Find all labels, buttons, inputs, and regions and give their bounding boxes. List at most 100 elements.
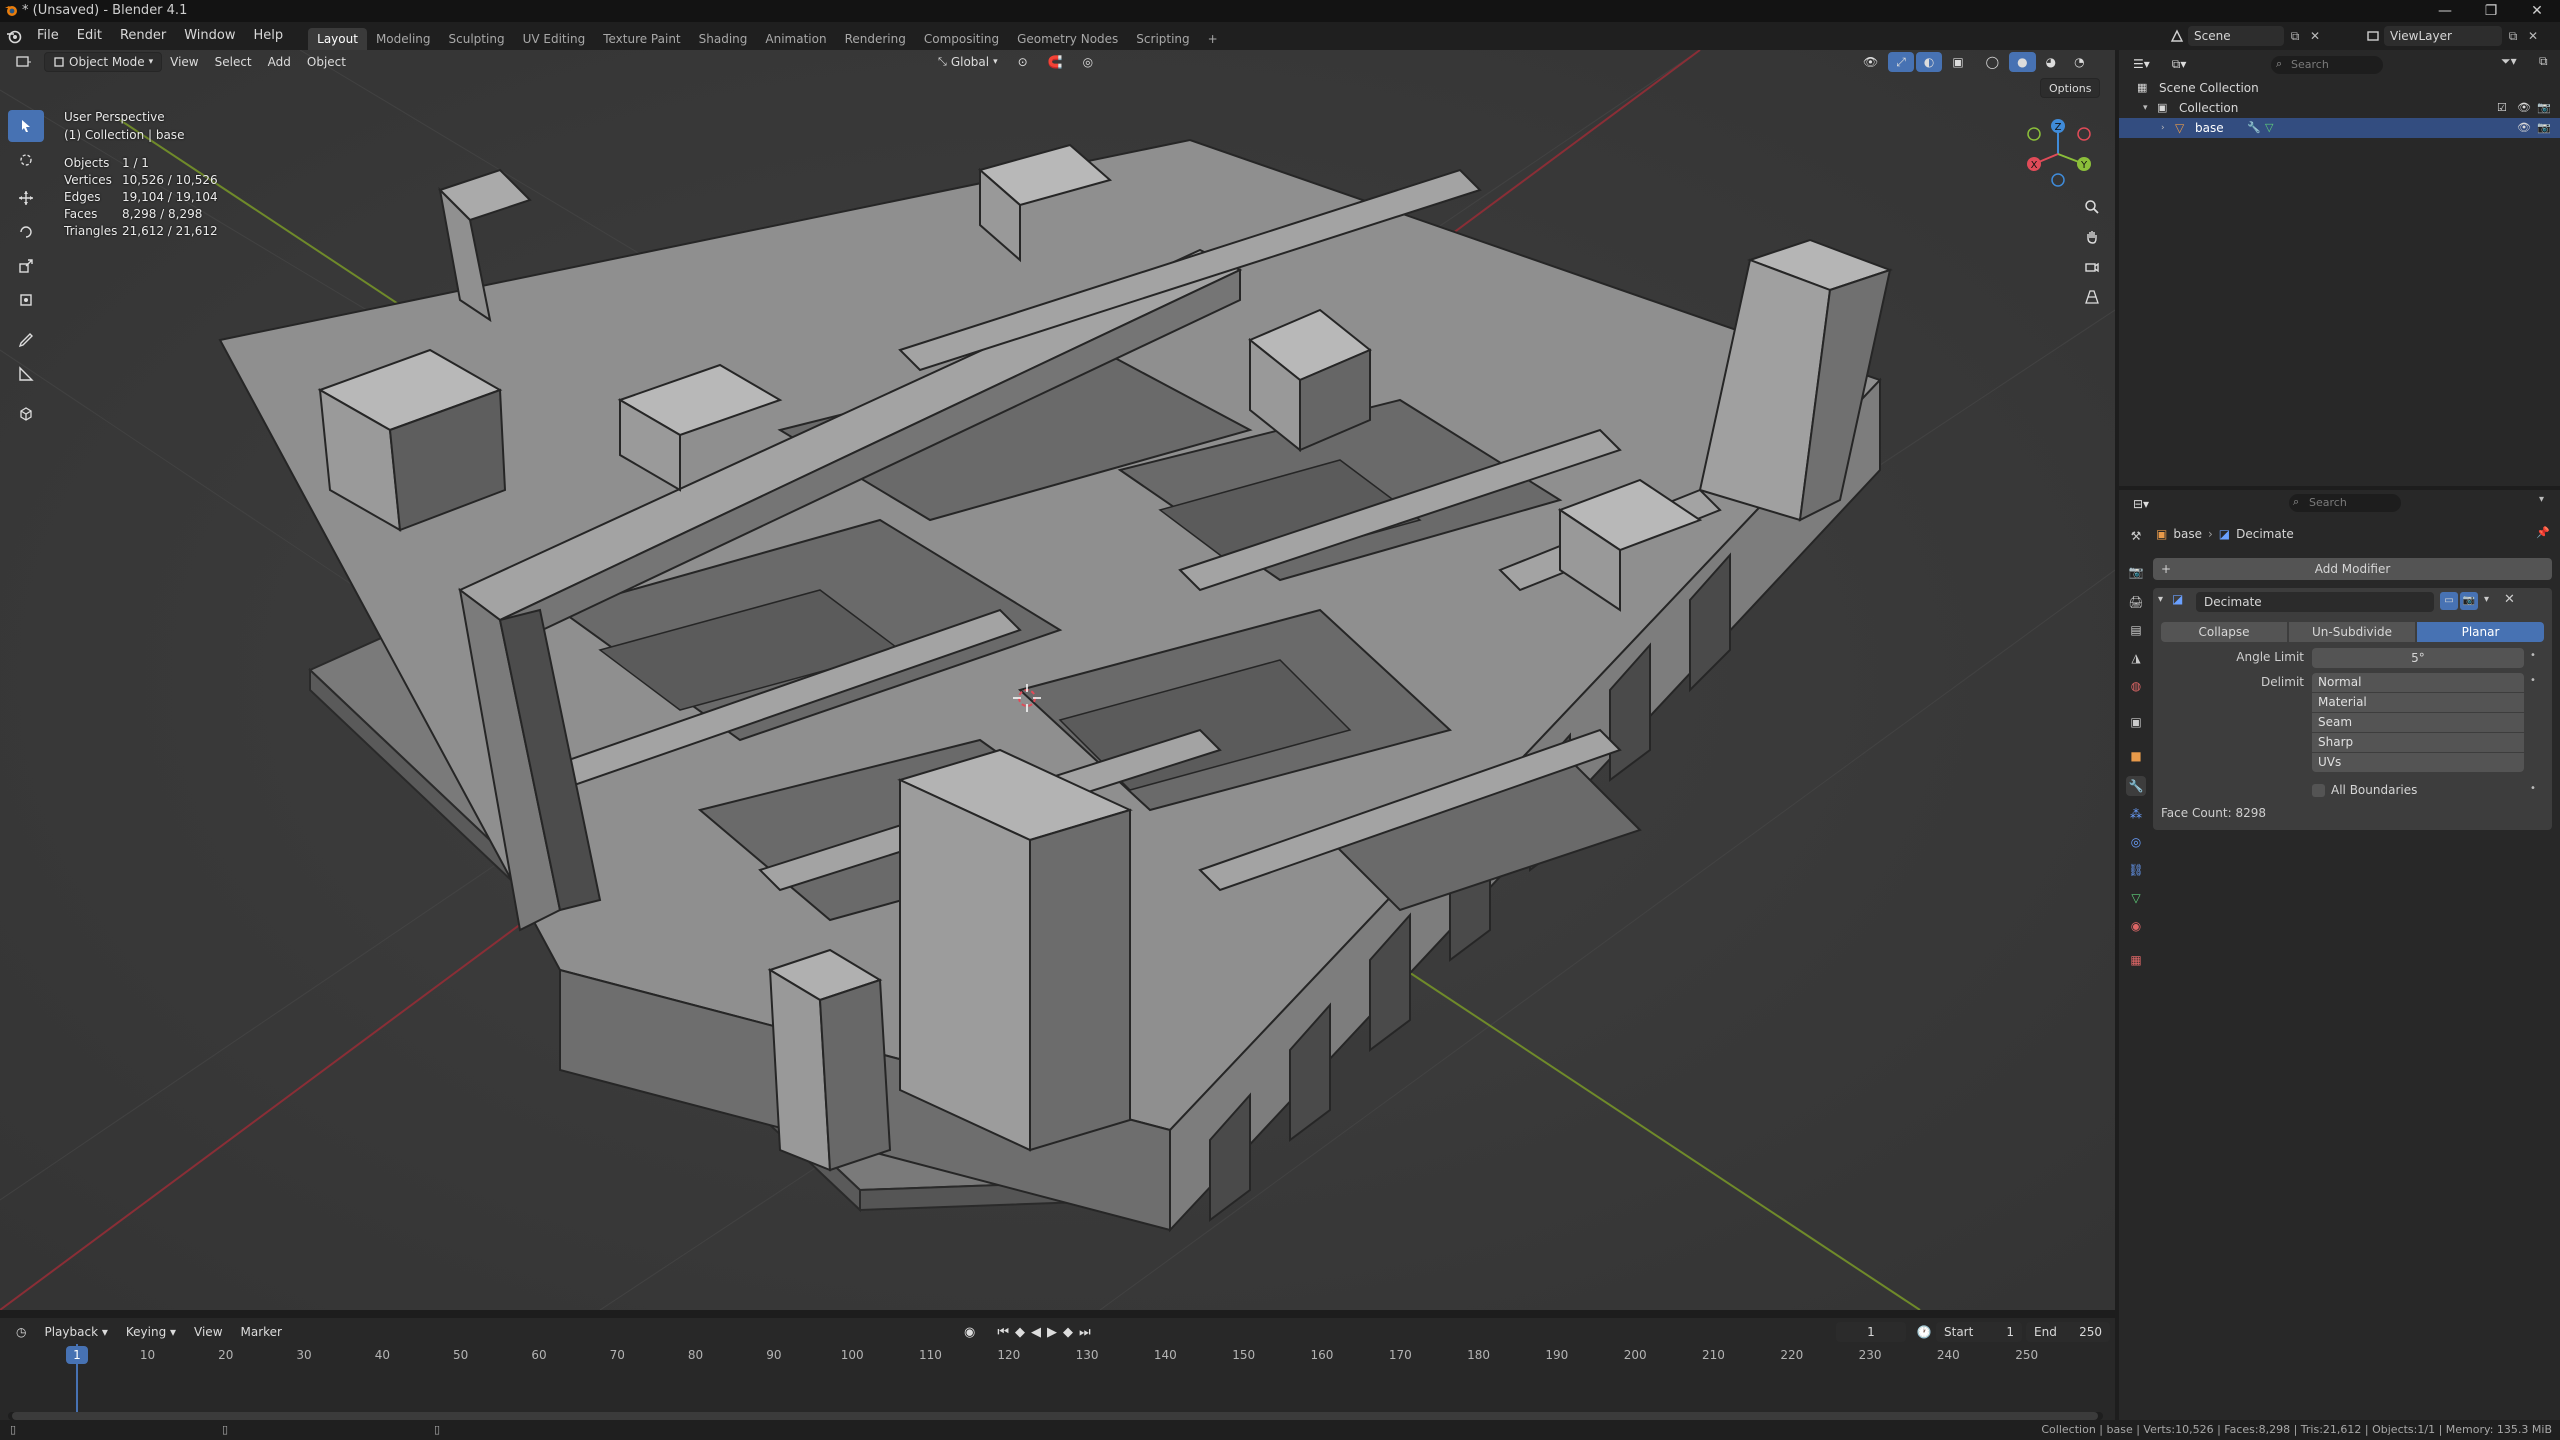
viewport-menu-object[interactable]: Object	[299, 52, 354, 72]
mode-dropdown[interactable]: Object Mode ▾	[44, 52, 163, 72]
angle-limit-field[interactable]: 5°	[2312, 648, 2524, 668]
outliner-search-input[interactable]: Search	[2271, 56, 2383, 74]
view-layer-selector[interactable]: ViewLayer ⧉ ✕	[2362, 26, 2542, 46]
timeline-editor-type-icon[interactable]: ◷	[8, 1322, 34, 1342]
visibility-eye-icon[interactable]: 👁	[2517, 118, 2531, 138]
solid-shading-icon[interactable]: ●	[2009, 52, 2036, 72]
next-keyframe-icon[interactable]: ◆	[1063, 1325, 1073, 1340]
output-tab-icon[interactable]: 🖨	[2126, 592, 2146, 612]
menu-edit[interactable]: Edit	[68, 22, 111, 50]
outliner-row-base[interactable]: › ▽ base 🔧 ▽ 👁 📷	[2119, 118, 2560, 138]
timeline-menu-playback[interactable]: Playback ▾	[36, 1322, 115, 1342]
timeline-menu-view[interactable]: View	[186, 1322, 230, 1342]
cursor-tool-icon[interactable]	[8, 144, 44, 176]
close-window-button[interactable]: ✕	[2514, 0, 2560, 22]
particles-tab-icon[interactable]: ⁂	[2126, 804, 2146, 824]
current-frame-field[interactable]: 1	[1836, 1322, 1906, 1342]
outliner-editor-type-icon[interactable]: ☰▾	[2125, 54, 2158, 74]
scale-tool-icon[interactable]	[8, 250, 44, 282]
add-modifier-button[interactable]: + Add Modifier	[2153, 558, 2552, 580]
collection-tab-icon[interactable]: ▣	[2126, 712, 2146, 732]
viewport-menu-select[interactable]: Select	[207, 52, 260, 72]
show-in-render-icon[interactable]: 📷	[2460, 592, 2478, 610]
constraints-tab-icon[interactable]: ⛓	[2126, 860, 2146, 880]
scene-tab-icon[interactable]: ◮	[2126, 648, 2146, 668]
pivot-point-icon[interactable]: ⊙	[1010, 52, 1036, 72]
menu-help[interactable]: Help	[245, 22, 293, 50]
delimit-uvs-toggle[interactable]: UVs	[2312, 753, 2524, 772]
delete-scene-icon[interactable]: ✕	[2306, 29, 2324, 43]
pan-hand-icon[interactable]	[2080, 222, 2104, 252]
show-in-viewport-icon[interactable]: ▭	[2440, 592, 2458, 610]
delimit-material-toggle[interactable]: Material	[2312, 693, 2524, 712]
rotate-tool-icon[interactable]	[8, 216, 44, 248]
tab-geometry-nodes[interactable]: Geometry Nodes	[1008, 28, 1127, 50]
measure-tool-icon[interactable]	[8, 358, 44, 390]
viewport-menu-add[interactable]: Add	[260, 52, 299, 72]
move-tool-icon[interactable]	[8, 182, 44, 214]
all-boundaries-checkbox[interactable]: All Boundaries	[2312, 782, 2417, 798]
editor-type-button[interactable]	[8, 52, 40, 72]
new-collection-icon[interactable]: ⧉	[2539, 54, 2548, 69]
expand-chevron-icon[interactable]: ▾	[2143, 98, 2148, 118]
viewport-menu-view[interactable]: View	[162, 52, 206, 72]
checkbox-icon[interactable]	[2312, 783, 2325, 797]
transform-tool-icon[interactable]	[8, 284, 44, 316]
perspective-toggle-icon[interactable]	[2080, 282, 2104, 312]
pin-icon[interactable]: 📌	[2536, 526, 2550, 539]
mesh-data-icon[interactable]: ▽	[2265, 118, 2273, 138]
visibility-eye-icon[interactable]: 👁	[2517, 98, 2531, 118]
data-tab-icon[interactable]: ▽	[2126, 888, 2146, 908]
tab-animation[interactable]: Animation	[756, 28, 835, 50]
menu-render[interactable]: Render	[111, 22, 175, 50]
snap-icon[interactable]: 🧲	[1040, 52, 1071, 72]
start-frame-field[interactable]: Start 1	[1936, 1322, 2022, 1342]
navigation-gizmo[interactable]: Z Y X	[2020, 116, 2096, 192]
properties-editor-type-icon[interactable]: ⊟▾	[2125, 494, 2157, 514]
render-tab-icon[interactable]: 📷	[2126, 562, 2146, 582]
chevron-down-icon[interactable]: ▾	[2539, 494, 2544, 505]
end-frame-field[interactable]: End 250	[2026, 1322, 2110, 1342]
view-layer-tab-icon[interactable]: ▤	[2126, 620, 2146, 640]
overlay-toggle-icon[interactable]: ◐	[1915, 52, 1943, 72]
3d-viewport[interactable]: Object Mode ▾ View Select Add Object ⤡ G…	[0, 50, 2115, 1310]
new-view-layer-icon[interactable]: ⧉	[2502, 29, 2524, 44]
visibility-icon[interactable]: 👁	[1855, 52, 1886, 72]
tab-compositing[interactable]: Compositing	[915, 28, 1008, 50]
display-mode-icon[interactable]: ⧉▾	[2164, 54, 2195, 74]
tool-tab-icon[interactable]: ⚒	[2126, 526, 2146, 546]
modifier-name-field[interactable]: Decimate	[2196, 592, 2434, 612]
jump-end-icon[interactable]: ⏭	[1079, 1325, 1091, 1340]
jump-start-icon[interactable]: ⏮	[997, 1325, 1009, 1340]
play-reverse-icon[interactable]: ◀	[1031, 1325, 1041, 1340]
timeline-menu-marker[interactable]: Marker	[233, 1322, 290, 1342]
tab-shading[interactable]: Shading	[690, 28, 757, 50]
add-cube-tool-icon[interactable]	[8, 398, 44, 430]
options-dropdown[interactable]: Options	[2040, 78, 2101, 98]
modifier-wrench-icon[interactable]: 🔧	[2247, 118, 2261, 138]
gizmo-toggle-icon[interactable]: ⤢	[1888, 52, 1914, 72]
object-tab-icon[interactable]: ■	[2126, 746, 2146, 766]
exclude-checkbox-icon[interactable]: ☑	[2497, 98, 2507, 118]
annotate-tool-icon[interactable]	[8, 324, 44, 356]
keyframe-dot-icon[interactable]: •	[2530, 650, 2536, 661]
zoom-icon[interactable]	[2080, 192, 2104, 222]
frame-ruler[interactable]: 10 20 30 40 50 60 70 80 90 100 110 120 130 140 150 160 1…	[0, 1344, 2115, 1426]
mode-collapse-button[interactable]: Collapse	[2161, 622, 2287, 642]
material-shading-icon[interactable]: ◕	[2038, 52, 2064, 72]
properties-search-input[interactable]: Search	[2289, 494, 2401, 512]
delete-view-layer-icon[interactable]: ✕	[2524, 29, 2542, 43]
physics-tab-icon[interactable]: ◎	[2126, 832, 2146, 852]
select-tool-icon[interactable]	[8, 110, 44, 142]
expand-chevron-icon[interactable]: ›	[2161, 118, 2165, 138]
tab-scripting[interactable]: Scripting	[1127, 28, 1198, 50]
collapse-chevron-icon[interactable]: ▾	[2158, 594, 2163, 605]
proportional-edit-icon[interactable]: ◎	[1075, 52, 1101, 72]
xray-toggle-icon[interactable]: ▣	[1944, 52, 1971, 72]
menu-window[interactable]: Window	[175, 22, 244, 50]
remove-modifier-icon[interactable]: ✕	[2504, 592, 2515, 607]
prev-keyframe-icon[interactable]: ◆	[1015, 1325, 1025, 1340]
delimit-seam-toggle[interactable]: Seam	[2312, 713, 2524, 732]
minimize-button[interactable]: —	[2422, 0, 2468, 22]
render-camera-icon[interactable]: 📷	[2537, 98, 2551, 118]
